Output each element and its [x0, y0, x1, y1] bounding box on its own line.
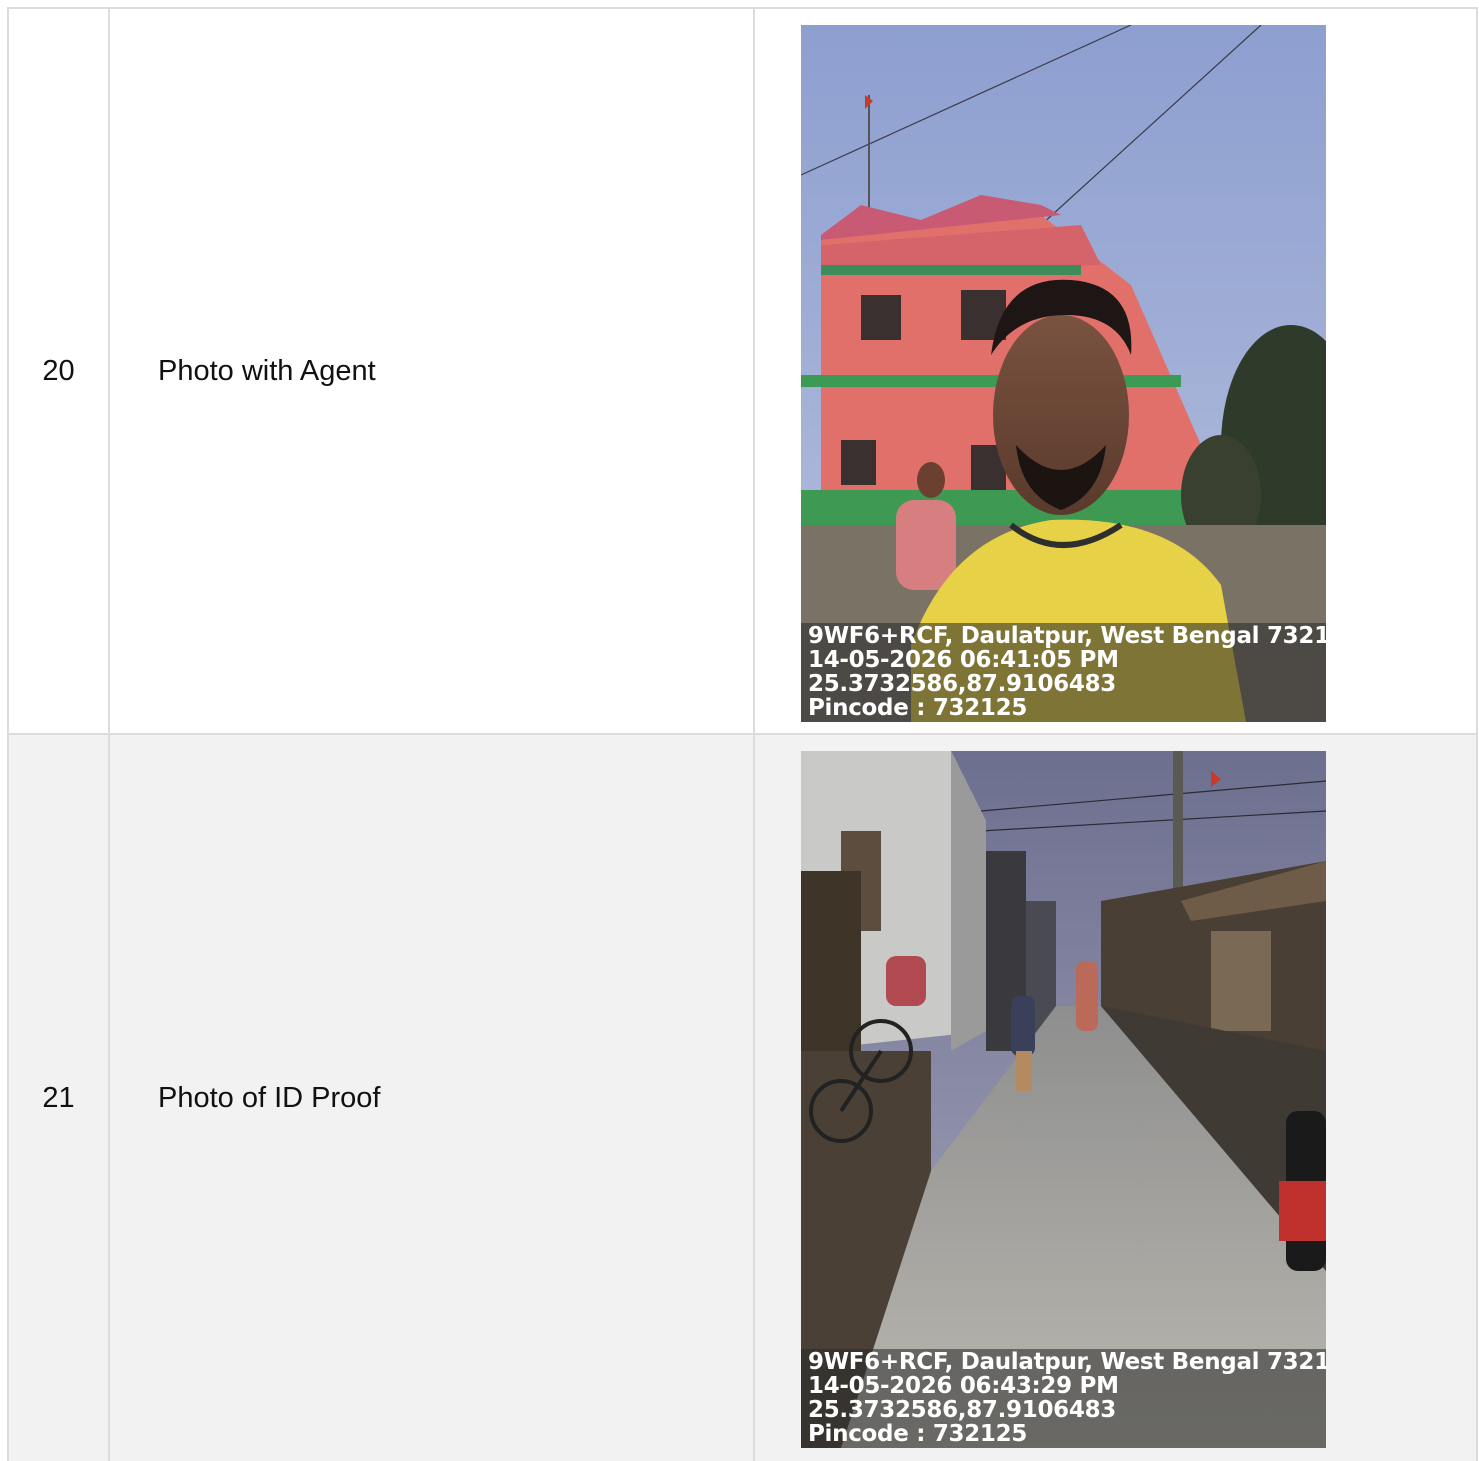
geotag-stamp: 9WF6+RCF, Daulatpur, West Bengal 732125,… — [801, 1349, 1326, 1448]
row-label: Photo with Agent — [110, 9, 755, 733]
geotag-datetime: 14-05-2026 06:43:29 PM — [808, 1373, 1119, 1399]
geotag-address: 9WF6+RCF, Daulatpur, West Bengal 732125,… — [808, 1349, 1326, 1375]
table-row: 20 Photo with Agent 9WF6+RCF, Daulatpur,… — [9, 9, 1476, 735]
id-proof-photo[interactable]: 9WF6+RCF, Daulatpur, West Bengal 732125,… — [801, 751, 1326, 1448]
geotag-stamp: 9WF6+RCF, Daulatpur, West Bengal 732125,… — [801, 623, 1326, 722]
agent-selfie-photo[interactable]: 9WF6+RCF, Daulatpur, West Bengal 732125,… — [801, 25, 1326, 722]
geotag-address: 9WF6+RCF, Daulatpur, West Bengal 732125,… — [808, 623, 1326, 649]
geotag-pincode: Pincode : 732125 — [808, 695, 1028, 721]
selfie-image — [801, 25, 1326, 722]
geotag-coordinates: 25.3732586,87.9106483 — [808, 1397, 1116, 1423]
photo-cell: 9WF6+RCF, Daulatpur, West Bengal 732125,… — [755, 735, 1476, 1461]
table-row: 21 Photo of ID Proof 9WF6+RCF, Daulatpur… — [9, 735, 1476, 1461]
geotag-pincode: Pincode : 732125 — [808, 1421, 1028, 1447]
row-number: 21 — [9, 735, 110, 1461]
photo-table: 20 Photo with Agent 9WF6+RCF, Daulatpur,… — [7, 7, 1478, 1461]
street-image — [801, 751, 1326, 1448]
photo-cell: 9WF6+RCF, Daulatpur, West Bengal 732125,… — [755, 9, 1476, 733]
row-number: 20 — [9, 9, 110, 733]
geotag-datetime: 14-05-2026 06:41:05 PM — [808, 647, 1119, 673]
row-label: Photo of ID Proof — [110, 735, 755, 1461]
geotag-coordinates: 25.3732586,87.9106483 — [808, 671, 1116, 697]
